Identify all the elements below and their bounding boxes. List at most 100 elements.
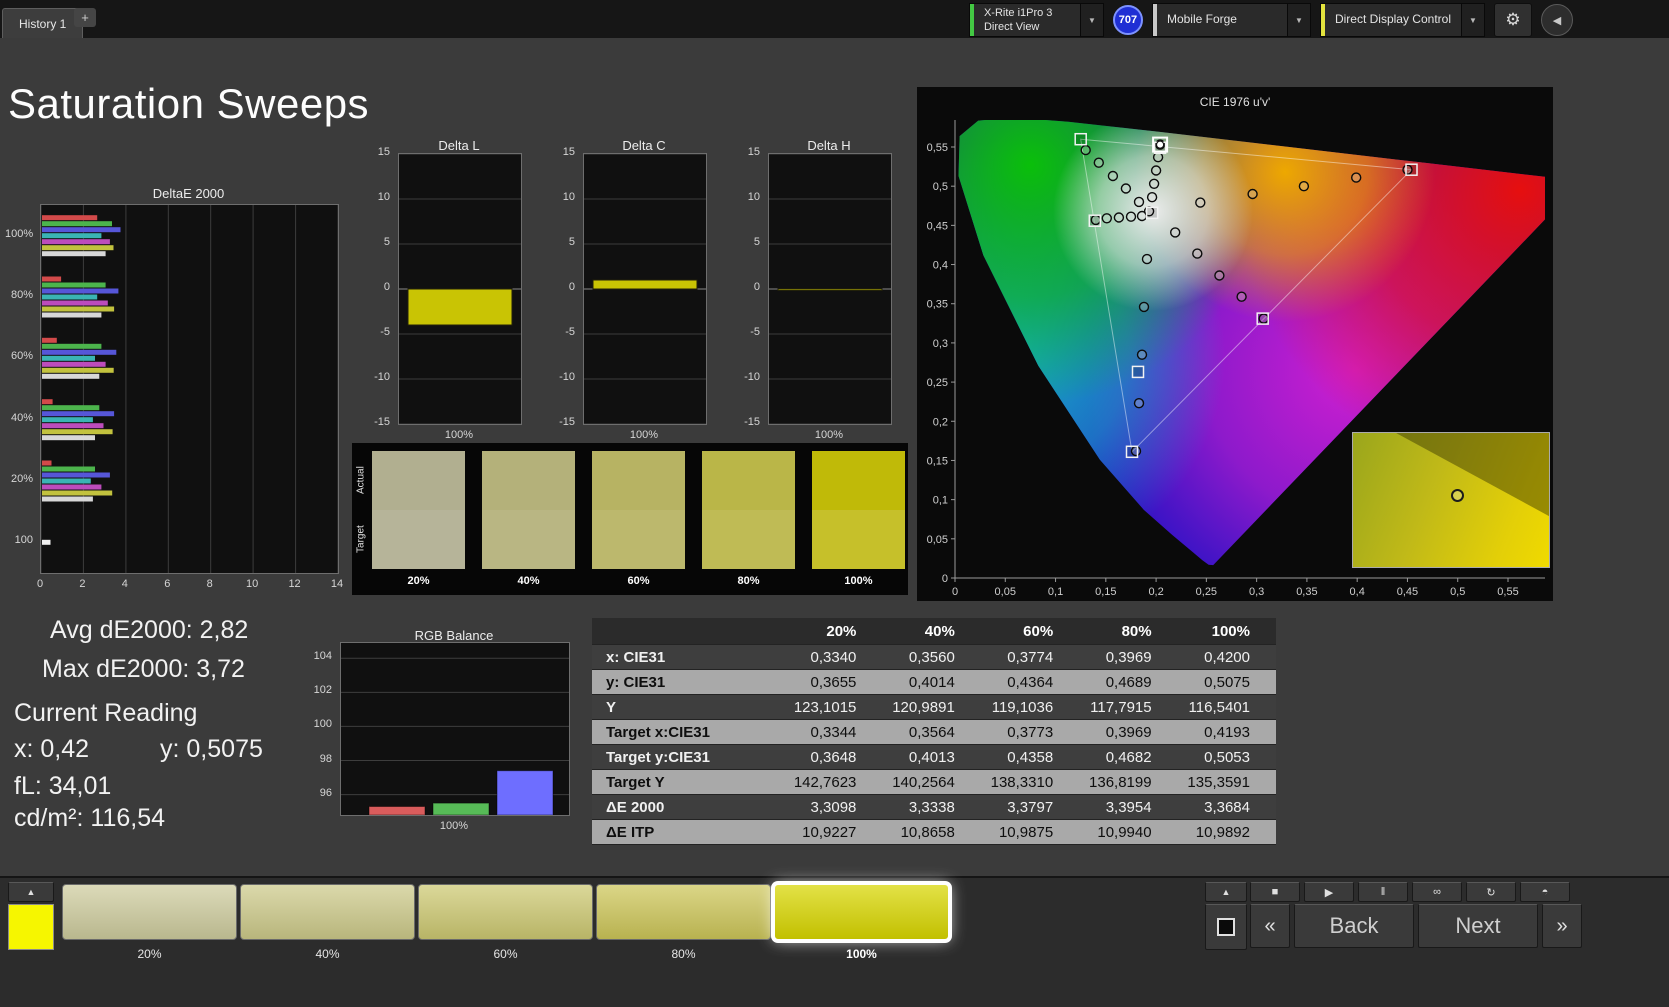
- play-button[interactable]: ▶: [1304, 882, 1354, 902]
- measured-point: [1148, 193, 1157, 202]
- bottom-control-bar: ▲ 20%40%60%80%100% ▲ ■ ▶ ‖ ∞ ↻ ◓ « Back …: [0, 876, 1669, 1007]
- y-axis-labels: 151050-5-10-15: [732, 153, 764, 423]
- swatch-column: 80%: [702, 451, 795, 587]
- measured-point: [1352, 173, 1361, 182]
- y-axis-labels: 151050-5-10-15: [362, 153, 394, 423]
- saturation-level-button[interactable]: 60%: [418, 884, 593, 961]
- saturation-level-button[interactable]: 40%: [240, 884, 415, 961]
- y-tick-label: -15: [732, 416, 760, 428]
- table-cell: 0,5053: [1178, 749, 1276, 766]
- saturation-level-button[interactable]: 20%: [62, 884, 237, 961]
- x-tick-label: 4: [115, 578, 135, 590]
- y-tick-label: 60%: [5, 350, 33, 362]
- up-arrow-button-left[interactable]: ▲: [8, 882, 54, 902]
- table-header-cell: 40%: [882, 623, 980, 640]
- deltae-bar: [42, 245, 114, 250]
- chevron-down-icon[interactable]: ▼: [1080, 4, 1103, 36]
- table-cell: 3,3954: [1079, 799, 1177, 816]
- svg-text:0,15: 0,15: [1095, 586, 1116, 598]
- delta-bar: [593, 280, 697, 289]
- y-tick-label: -10: [547, 371, 575, 383]
- svg-text:0: 0: [942, 573, 948, 585]
- add-tab-button[interactable]: +: [74, 8, 96, 27]
- deltae-bar: [42, 362, 106, 367]
- y-tick-label: -10: [362, 371, 390, 383]
- chevron-down-icon[interactable]: ▼: [1287, 4, 1310, 36]
- measured-point: [1237, 292, 1246, 301]
- y-tick-label: 10: [547, 191, 575, 203]
- deltae-bar: [42, 350, 116, 355]
- svg-text:0,5: 0,5: [933, 181, 948, 193]
- chart-title: CIE 1976 u'v': [917, 95, 1553, 109]
- svg-text:0,45: 0,45: [1397, 586, 1418, 598]
- stop-button[interactable]: ■: [1250, 882, 1300, 902]
- table-cell: 0,3564: [882, 724, 980, 741]
- measured-point: [1094, 158, 1103, 167]
- rgb-balance-chart: RGB Balance 1041021009896 100%: [306, 628, 576, 840]
- delta-h-plot: [768, 153, 892, 425]
- table-header-row: 20%40%60%80%100%: [592, 618, 1276, 645]
- pattern-source-dropdown[interactable]: Mobile Forge ▼: [1152, 3, 1311, 37]
- deltae-bar: [42, 467, 95, 472]
- y-tick-label: -5: [547, 326, 575, 338]
- table-cell: 0,3655: [784, 674, 882, 691]
- pause-button[interactable]: ‖: [1358, 882, 1408, 902]
- chart-title: RGB Balance: [340, 628, 568, 643]
- avg-de2000-reading: Avg dE2000: 2,82: [50, 616, 248, 645]
- saturation-level-buttons: 20%40%60%80%100%: [62, 884, 949, 961]
- deltae-bar: [42, 338, 57, 343]
- target-point: [1127, 446, 1138, 457]
- swatch-label: 40%: [240, 947, 415, 961]
- measured-point: [1196, 198, 1205, 207]
- last-page-button[interactable]: »: [1542, 904, 1582, 948]
- loop-button[interactable]: ↻: [1466, 882, 1516, 902]
- current-y-value: y: 0,5075: [160, 735, 263, 763]
- deltae-bar: [42, 344, 101, 349]
- table-cell: 142,7623: [784, 774, 882, 791]
- svg-text:0,1: 0,1: [1048, 586, 1063, 598]
- table-row: y: CIE310,36550,40140,43640,46890,5075: [592, 670, 1276, 695]
- saturation-level-button[interactable]: 100%: [774, 884, 949, 961]
- swatch-color: [62, 884, 237, 940]
- pattern-window-button[interactable]: [1205, 904, 1247, 950]
- back-button[interactable]: Back: [1294, 904, 1414, 948]
- table-cell: 0,3969: [1079, 724, 1177, 741]
- y-tick-label: 102: [304, 684, 332, 696]
- table-row-label: Target y:CIE31: [592, 749, 784, 766]
- settings-gear-button[interactable]: ⚙: [1494, 3, 1532, 37]
- up-arrow-button-right[interactable]: ▲: [1205, 882, 1247, 902]
- table-header-cell: 20%: [784, 623, 882, 640]
- current-fl-reading: fL: 34,01: [14, 772, 111, 801]
- chart-title: Delta C: [583, 138, 705, 153]
- first-page-button[interactable]: «: [1250, 904, 1290, 948]
- deltae-bar: [42, 423, 104, 428]
- table-cell: 10,9875: [981, 824, 1079, 841]
- y-tick-label: 96: [304, 787, 332, 799]
- contrast-button[interactable]: ◓: [1520, 882, 1570, 902]
- continuous-read-button[interactable]: ∞: [1412, 882, 1462, 902]
- next-button[interactable]: Next: [1418, 904, 1538, 948]
- current-patch-swatch: [8, 904, 54, 950]
- table-row: ΔE ITP10,922710,865810,987510,994010,989…: [592, 820, 1276, 845]
- deltae-bar: [42, 221, 112, 226]
- max-de2000-reading: Max dE2000: 3,72: [42, 655, 245, 684]
- table-row: Target x:CIE310,33440,35640,37730,39690,…: [592, 720, 1276, 745]
- topbar-controls: X-Rite i1Pro 3 Direct View ▼ 707 Mobile …: [969, 3, 1573, 37]
- deltae-bar: [42, 283, 106, 288]
- svg-text:0: 0: [952, 586, 958, 598]
- history-tab[interactable]: History 1: [2, 8, 83, 38]
- saturation-level-button[interactable]: 80%: [596, 884, 771, 961]
- swatch-label: 40%: [482, 575, 575, 587]
- y-axis-labels: 1041021009896: [306, 642, 336, 814]
- collapse-panel-button[interactable]: ◀: [1541, 4, 1573, 36]
- actual-swatch: [702, 451, 795, 510]
- patch-count-badge[interactable]: 707: [1113, 5, 1143, 35]
- chevron-down-icon[interactable]: ▼: [1461, 4, 1484, 36]
- table-cell: 136,8199: [1079, 774, 1177, 791]
- display-control-dropdown[interactable]: Direct Display Control ▼: [1320, 3, 1485, 37]
- target-row-label: Target: [354, 510, 368, 569]
- y-tick-label: -15: [547, 416, 575, 428]
- meter-dropdown[interactable]: X-Rite i1Pro 3 Direct View ▼: [969, 3, 1104, 37]
- deltae-bar: [42, 227, 121, 232]
- chart-title: Delta L: [398, 138, 520, 153]
